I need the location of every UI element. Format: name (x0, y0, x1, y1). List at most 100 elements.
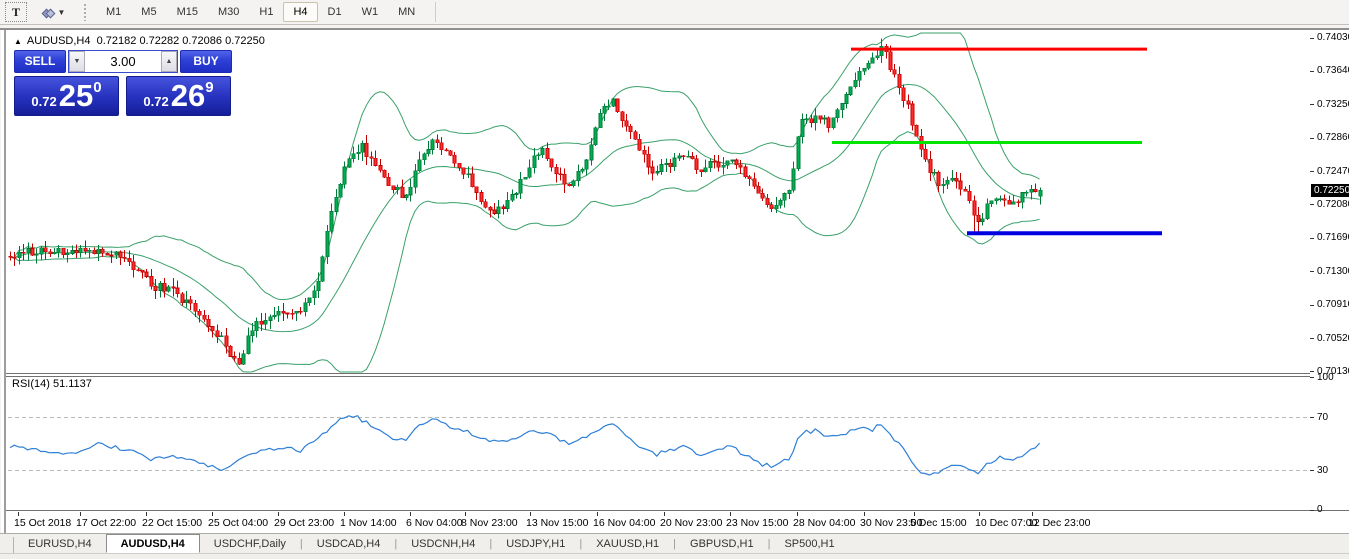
candle-body (704, 168, 707, 172)
buy-button[interactable]: BUY (180, 50, 232, 73)
rsi-tick (1310, 377, 1314, 378)
candle-body (502, 207, 505, 208)
volume-input[interactable] (85, 51, 161, 72)
candle-body (585, 160, 588, 169)
styles-dropdown-button[interactable]: ▼ (37, 2, 71, 22)
sell-button[interactable]: SELL (14, 50, 66, 73)
time-tick (80, 512, 81, 516)
caret-up-icon: ▲ (166, 58, 173, 65)
tab-gbpusd-h1[interactable]: GBPUSD,H1 (676, 536, 768, 553)
candle-body (968, 191, 971, 200)
volume-decrease-button[interactable]: ▼ (69, 51, 85, 72)
price-tick (1310, 238, 1314, 239)
candle-body (445, 150, 448, 151)
candle-body (572, 181, 575, 186)
candle-body (401, 187, 404, 197)
candle-body (123, 257, 126, 258)
tab-xauusd-h1[interactable]: XAUUSD,H1 (582, 536, 673, 553)
candle-body (854, 80, 857, 87)
candle-body (304, 303, 307, 312)
timeframe-button-m5[interactable]: M5 (131, 2, 166, 22)
price-axis[interactable]: 0.740300.736400.732500.728600.724700.720… (1310, 30, 1349, 510)
tab-audusd-h4[interactable]: AUDUSD,H4 (106, 534, 200, 553)
candle-body (418, 160, 421, 171)
candle-body (150, 276, 153, 286)
rsi-tick (1310, 417, 1314, 418)
candle-body (946, 180, 949, 184)
candle-body (594, 128, 597, 145)
candle-body (467, 174, 470, 175)
candle-body (167, 287, 170, 291)
candle-body (35, 254, 38, 255)
time-axis-label: 13 Nov 15:00 (526, 517, 588, 529)
tab-sp500-h1[interactable]: SP500,H1 (770, 536, 848, 553)
candle-body (145, 272, 148, 276)
price-tick (1310, 38, 1314, 39)
candle-body (959, 181, 962, 189)
candle-body (163, 283, 166, 291)
time-axis-label: 22 Oct 15:00 (142, 517, 202, 529)
candle-body (867, 63, 870, 68)
candle-body (22, 252, 25, 253)
time-axis-label: 25 Oct 04:00 (208, 517, 268, 529)
tab-usdjpy-h1[interactable]: USDJPY,H1 (492, 536, 579, 553)
candle-body (638, 139, 641, 150)
tab-eurusd-h4[interactable]: EURUSD,H4 (14, 536, 106, 553)
price-axis-label: 0.71690 (1317, 232, 1349, 243)
toolbar: T ▼ M1M5M15M30H1H4D1W1MN (0, 0, 1349, 24)
candle-body (321, 257, 324, 281)
toolbar-grip[interactable] (83, 3, 88, 21)
timeframe-button-d1[interactable]: D1 (318, 2, 352, 22)
candle-body (273, 315, 276, 316)
candle-body (427, 149, 430, 153)
pane-splitter[interactable] (6, 373, 1349, 377)
candle-body (295, 311, 298, 313)
timeframe-button-m15[interactable]: M15 (167, 2, 208, 22)
candle-body (717, 162, 720, 167)
candle-body (66, 254, 69, 255)
timeframe-button-w1[interactable]: W1 (352, 2, 389, 22)
candle-body (770, 205, 773, 209)
tab-usdchf-daily[interactable]: USDCHF,Daily (200, 536, 300, 553)
text-tool-button[interactable]: T (5, 2, 27, 22)
rsi-axis-label: 30 (1317, 465, 1328, 476)
candle-body (255, 321, 258, 330)
candle-body (216, 331, 219, 337)
candle-body (211, 327, 214, 331)
candle-body (550, 159, 553, 167)
candle-body (31, 248, 34, 255)
sell-price-button[interactable]: 0.72 25 0 (14, 76, 119, 116)
candle-body (783, 194, 786, 201)
candle-body (924, 149, 927, 159)
timeframe-button-h4[interactable]: H4 (283, 2, 317, 22)
candle-body (1021, 193, 1024, 203)
candle-body (942, 184, 945, 185)
candle-body (308, 298, 311, 303)
chart-ohlc-values: 0.72182 0.72282 0.72086 0.72250 (97, 35, 265, 47)
candle-body (929, 159, 932, 173)
candle-body (1030, 189, 1033, 192)
candle-body (691, 156, 694, 159)
tab-usdcad-h4[interactable]: USDCAD,H4 (303, 536, 395, 553)
time-axis-label: 5 Dec 15:00 (910, 517, 967, 529)
candle-body (1003, 199, 1006, 200)
time-tick (212, 512, 213, 516)
time-axis-label: 16 Nov 04:00 (593, 517, 655, 529)
candle-body (744, 167, 747, 177)
candle-body (387, 177, 390, 185)
buy-price-button[interactable]: 0.72 26 9 (126, 76, 231, 116)
timeframe-button-m1[interactable]: M1 (96, 2, 131, 22)
candle-body (1008, 200, 1011, 204)
tab-usdcnh-h4[interactable]: USDCNH,H4 (397, 536, 489, 553)
candle-body (660, 164, 663, 171)
timeframe-button-h1[interactable]: H1 (249, 2, 283, 22)
timeframe-button-m30[interactable]: M30 (208, 2, 249, 22)
candle-body (577, 171, 580, 181)
candle-body (607, 106, 610, 107)
candle-body (119, 252, 122, 257)
volume-increase-button[interactable]: ▲ (161, 51, 177, 72)
timeframe-button-mn[interactable]: MN (388, 2, 425, 22)
time-axis[interactable]: 15 Oct 201817 Oct 22:0022 Oct 15:0025 Oc… (6, 512, 1349, 533)
price-axis-label: 0.72860 (1317, 132, 1349, 143)
candle-body (819, 116, 822, 119)
